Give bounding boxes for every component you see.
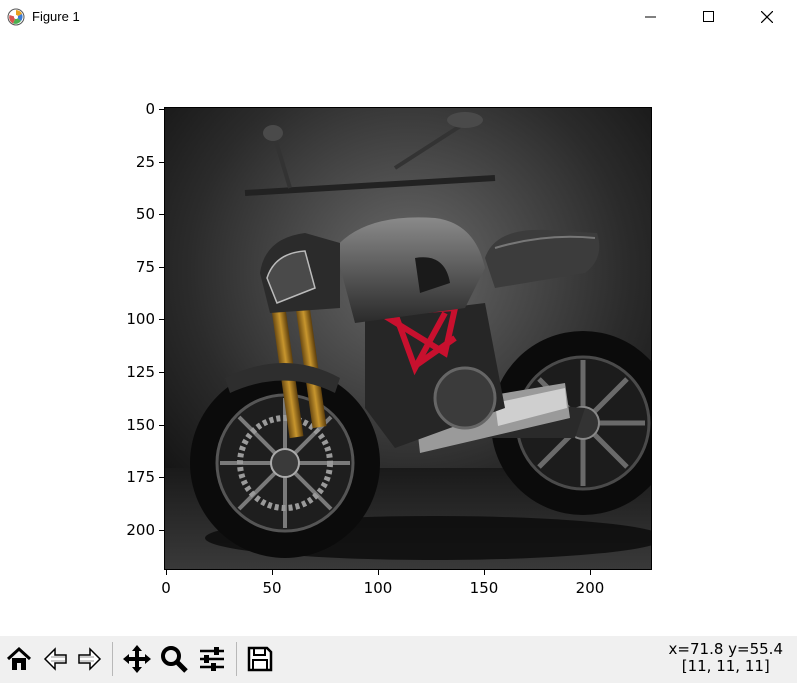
y-tick-mark: [159, 109, 164, 110]
image-axes[interactable]: [164, 107, 652, 570]
close-button[interactable]: [738, 0, 796, 34]
x-tick-mark: [484, 570, 485, 575]
y-tick-mark: [159, 162, 164, 163]
y-tick-label: 25: [135, 153, 155, 171]
status-readout: x=71.8 y=55.4 [11, 11, 11]: [669, 641, 783, 675]
y-tick-label: 125: [126, 363, 155, 381]
y-tick-label: 150: [126, 416, 155, 434]
save-button[interactable]: [243, 642, 277, 676]
cursor-coordinates: x=71.8 y=55.4: [668, 640, 783, 658]
home-icon: [6, 646, 32, 670]
minimize-icon: [645, 16, 656, 18]
y-tick-label: 50: [135, 205, 155, 223]
toolbar-separator: [236, 642, 237, 676]
motorcycle-image: [165, 108, 651, 569]
y-tick-mark: [159, 214, 164, 215]
x-tick-mark: [166, 570, 167, 575]
y-tick-label: 200: [126, 521, 155, 539]
zoom-button[interactable]: [157, 642, 191, 676]
save-icon: [247, 646, 273, 672]
pan-button[interactable]: [120, 642, 154, 676]
y-tick-mark: [159, 372, 164, 373]
y-tick-label: 175: [126, 468, 155, 486]
y-tick-label: 100: [126, 310, 155, 328]
window-title: Figure 1: [32, 9, 80, 24]
x-tick-mark: [590, 570, 591, 575]
maximize-icon: [703, 11, 714, 22]
x-tick-label: 50: [262, 579, 282, 597]
configure-subplots-icon: [200, 647, 224, 671]
back-icon: [43, 647, 67, 671]
y-tick-label: 0: [145, 100, 155, 118]
pixel-value: [11, 11, 11]: [681, 657, 770, 675]
x-tick-label: 0: [161, 579, 171, 597]
zoom-icon: [161, 646, 188, 673]
x-tick-label: 150: [469, 579, 499, 597]
home-button[interactable]: [2, 642, 36, 676]
close-icon: [761, 11, 773, 23]
title-bar: Figure 1: [0, 0, 797, 36]
navigation-toolbar: x=71.8 y=55.4 [11, 11, 11]: [0, 636, 797, 683]
pan-icon: [123, 645, 151, 673]
forward-icon: [78, 647, 102, 671]
toolbar-separator: [112, 642, 113, 676]
y-tick-mark: [159, 477, 164, 478]
y-tick-mark: [159, 530, 164, 531]
y-tick-mark: [159, 425, 164, 426]
forward-button[interactable]: [73, 642, 107, 676]
y-tick-mark: [159, 267, 164, 268]
y-tick-label: 75: [135, 258, 155, 276]
x-tick-mark: [378, 570, 379, 575]
x-tick-label: 200: [575, 579, 605, 597]
matplotlib-logo-icon: [7, 8, 25, 26]
x-tick-mark: [272, 570, 273, 575]
minimize-button[interactable]: [622, 0, 680, 34]
y-tick-mark: [159, 319, 164, 320]
x-tick-label: 100: [363, 579, 393, 597]
back-button[interactable]: [38, 642, 72, 676]
maximize-button[interactable]: [680, 0, 738, 34]
configure-subplots-button[interactable]: [195, 642, 229, 676]
